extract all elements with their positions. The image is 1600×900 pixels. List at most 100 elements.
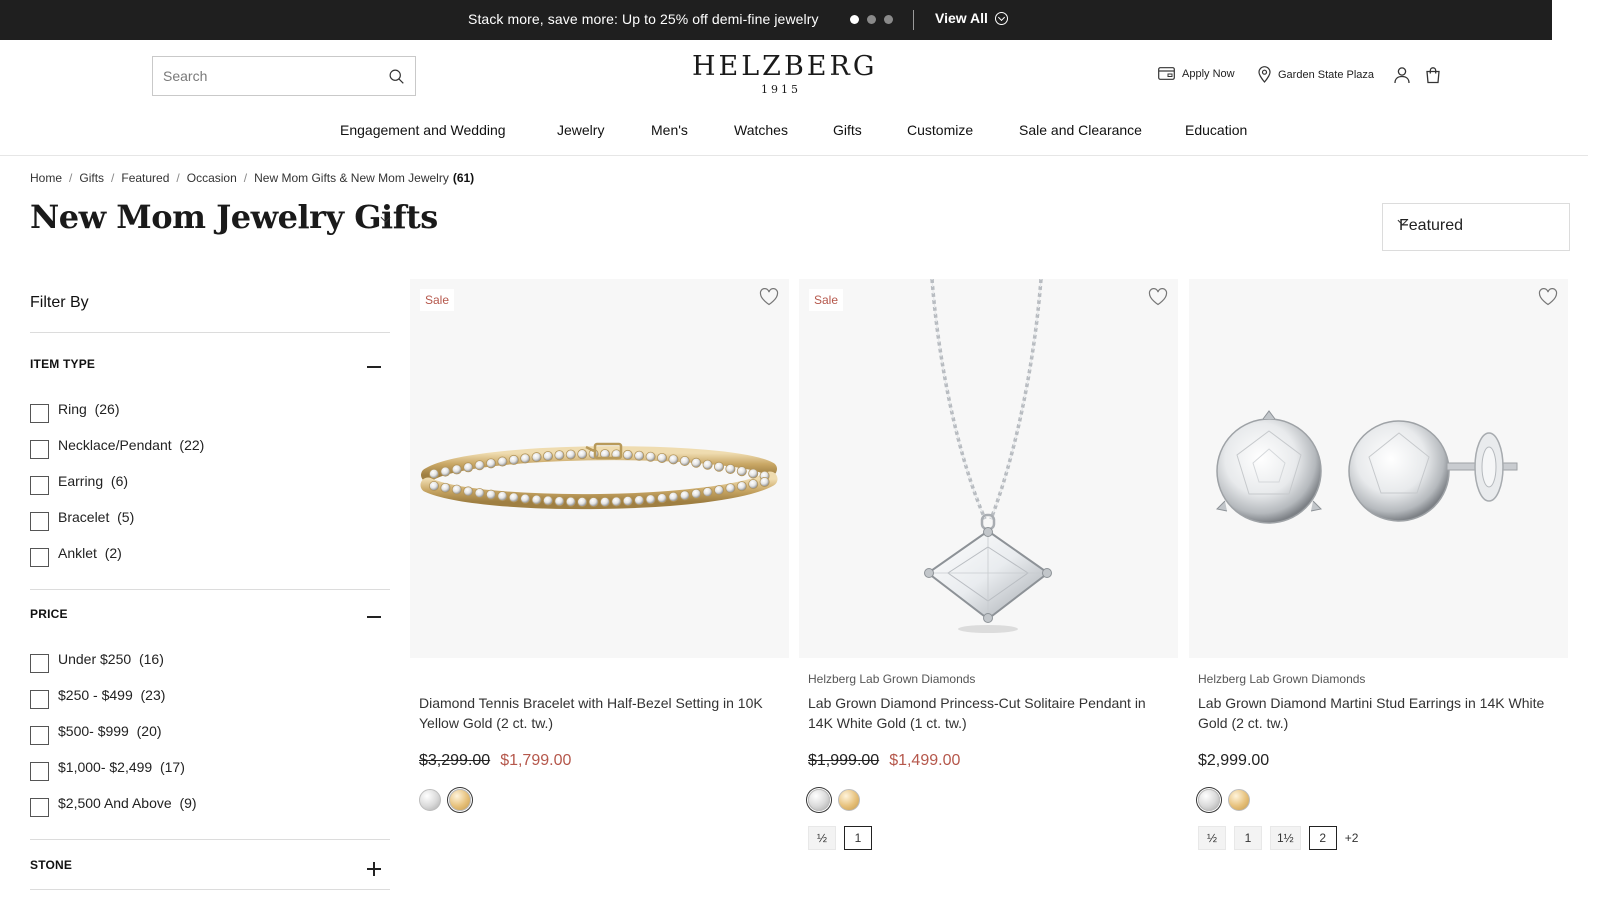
filter-group-stone[interactable]: STONE [30, 858, 72, 872]
filter-checkbox[interactable] [30, 726, 49, 745]
product-image[interactable]: Sale [410, 279, 789, 658]
sort-dropdown[interactable]: Featured [1382, 203, 1570, 251]
breadcrumb-result-count: (61) [452, 171, 475, 185]
bracelet-stone [588, 497, 599, 508]
breadcrumb-current: New Mom Gifts & New Mom Jewelry [254, 171, 449, 185]
search-icon[interactable] [388, 68, 405, 85]
nav-engagement-wedding[interactable]: Engagement and Wedding [340, 122, 506, 138]
heart-icon[interactable] [1148, 288, 1168, 306]
filter-option-1000-2499[interactable]: $1,000- $2,499 (17) [30, 759, 185, 781]
carat-option[interactable]: 1 [844, 826, 872, 850]
nav-mens[interactable]: Men's [651, 122, 688, 138]
filter-checkbox[interactable] [30, 762, 49, 781]
option-label: Necklace/Pendant [58, 437, 172, 453]
minus-icon[interactable] [367, 360, 381, 374]
nav-sale-clearance[interactable]: Sale and Clearance [1019, 122, 1142, 138]
filter-checkbox[interactable] [30, 798, 49, 817]
white-gold-swatch[interactable] [419, 789, 441, 811]
product-card[interactable]: Sale Helzberg Lab Grown Diamonds Lab Gro… [799, 279, 1178, 850]
product-image[interactable] [1189, 279, 1568, 658]
carat-option[interactable]: 2 [1308, 826, 1337, 850]
bracelet-stone [508, 454, 519, 465]
product-name[interactable]: Lab Grown Diamond Princess-Cut Solitaire… [808, 693, 1168, 733]
filter-option-under-250[interactable]: Under $250 (16) [30, 651, 164, 673]
carousel-dot[interactable] [884, 15, 893, 24]
carat-option[interactable]: 1 [1234, 826, 1262, 850]
promo-view-all-link[interactable]: View All [935, 10, 1008, 26]
plus-icon[interactable] [367, 862, 381, 876]
filter-option-ring[interactable]: Ring (26) [30, 401, 119, 423]
heart-icon[interactable] [759, 288, 779, 306]
filter-checkbox[interactable] [30, 512, 49, 531]
white-gold-swatch[interactable] [808, 789, 830, 811]
product-price: $2,999.00 [1198, 752, 1269, 770]
breadcrumb-featured[interactable]: Featured [121, 171, 169, 185]
filter-option-label: Under $250 (16) [58, 651, 164, 667]
store-locator-link[interactable]: Garden State Plaza [1258, 66, 1374, 83]
product-name[interactable]: Diamond Tennis Bracelet with Half-Bezel … [419, 693, 779, 733]
filter-option-label: Ring (26) [58, 401, 119, 417]
cart-icon[interactable] [1424, 66, 1442, 84]
nav-customize[interactable]: Customize [907, 122, 973, 138]
promo-carousel-dots [850, 15, 893, 24]
filter-option-earring[interactable]: Earring (6) [30, 473, 128, 495]
nav-watches[interactable]: Watches [734, 122, 788, 138]
filter-checkbox[interactable] [30, 654, 49, 673]
option-count: (20) [136, 723, 162, 739]
option-label: Anklet [58, 545, 97, 561]
bracelet-stone [463, 486, 474, 497]
breadcrumb-occasion[interactable]: Occasion [187, 171, 237, 185]
filter-option-necklace-pendant[interactable]: Necklace/Pendant (22) [30, 437, 204, 459]
carat-option[interactable]: 1½ [1270, 826, 1301, 850]
yellow-gold-swatch[interactable] [1228, 789, 1250, 811]
heart-icon[interactable] [1538, 288, 1558, 306]
product-name[interactable]: Lab Grown Diamond Martini Stud Earrings … [1198, 693, 1558, 733]
filter-divider [30, 589, 390, 590]
bracelet-stone [725, 483, 736, 494]
product-card[interactable]: Helzberg Lab Grown Diamonds Lab Grown Di… [1189, 279, 1568, 850]
product-image[interactable]: Sale [799, 279, 1178, 658]
minus-icon[interactable] [367, 610, 381, 624]
filter-checkbox[interactable] [30, 548, 49, 567]
nav-education[interactable]: Education [1185, 122, 1247, 138]
yellow-gold-swatch[interactable] [838, 789, 860, 811]
carousel-dot[interactable] [850, 15, 859, 24]
filter-option-anklet[interactable]: Anklet (2) [30, 545, 122, 567]
bracelet-stone [634, 495, 645, 506]
yellow-gold-swatch[interactable] [449, 789, 471, 811]
breadcrumb-gifts[interactable]: Gifts [79, 171, 104, 185]
apply-now-link[interactable]: Apply Now [1158, 67, 1235, 80]
carousel-dot[interactable] [867, 15, 876, 24]
bracelet-stone [725, 463, 736, 474]
option-count: (5) [117, 509, 135, 525]
filter-option-label: Bracelet (5) [58, 509, 134, 525]
filter-checkbox[interactable] [30, 690, 49, 709]
white-gold-swatch[interactable] [1198, 789, 1220, 811]
bracelet-stone [668, 454, 679, 465]
more-carat-options-link[interactable]: +2 [1345, 831, 1359, 845]
search-input[interactable] [153, 57, 383, 95]
bracelet-stone [748, 479, 759, 490]
account-icon[interactable] [1393, 66, 1411, 84]
carat-option[interactable]: ½ [808, 826, 836, 850]
nav-gifts[interactable]: Gifts [833, 122, 862, 138]
breadcrumb-home[interactable]: Home [30, 171, 62, 185]
filter-option-250-499[interactable]: $250 - $499 (23) [30, 687, 165, 709]
filter-option-2500-above[interactable]: $2,500 And Above (9) [30, 795, 197, 817]
carat-option[interactable]: ½ [1198, 826, 1226, 850]
bracelet-stone [713, 461, 724, 472]
nav-jewelry[interactable]: Jewelry [557, 122, 604, 138]
helzberg-logo[interactable]: HELZBERG 1915 [692, 52, 874, 97]
filter-checkbox[interactable] [30, 440, 49, 459]
filter-option-500-999[interactable]: $500- $999 (20) [30, 723, 162, 745]
filter-checkbox[interactable] [30, 404, 49, 423]
filter-group-price[interactable]: PRICE [30, 607, 68, 621]
product-card[interactable]: Sale Diamond Tennis Bracelet with Half-B… [410, 279, 789, 811]
page-title: New Mom Jewelry Gifts [30, 198, 438, 236]
filter-option-bracelet[interactable]: Bracelet (5) [30, 509, 134, 531]
option-count: (9) [179, 795, 197, 811]
filter-checkbox[interactable] [30, 476, 49, 495]
promo-text[interactable]: Stack more, save more: Up to 25% off dem… [468, 11, 819, 27]
bracelet-stone [428, 468, 439, 479]
filter-group-item-type[interactable]: ITEM TYPE [30, 357, 95, 371]
